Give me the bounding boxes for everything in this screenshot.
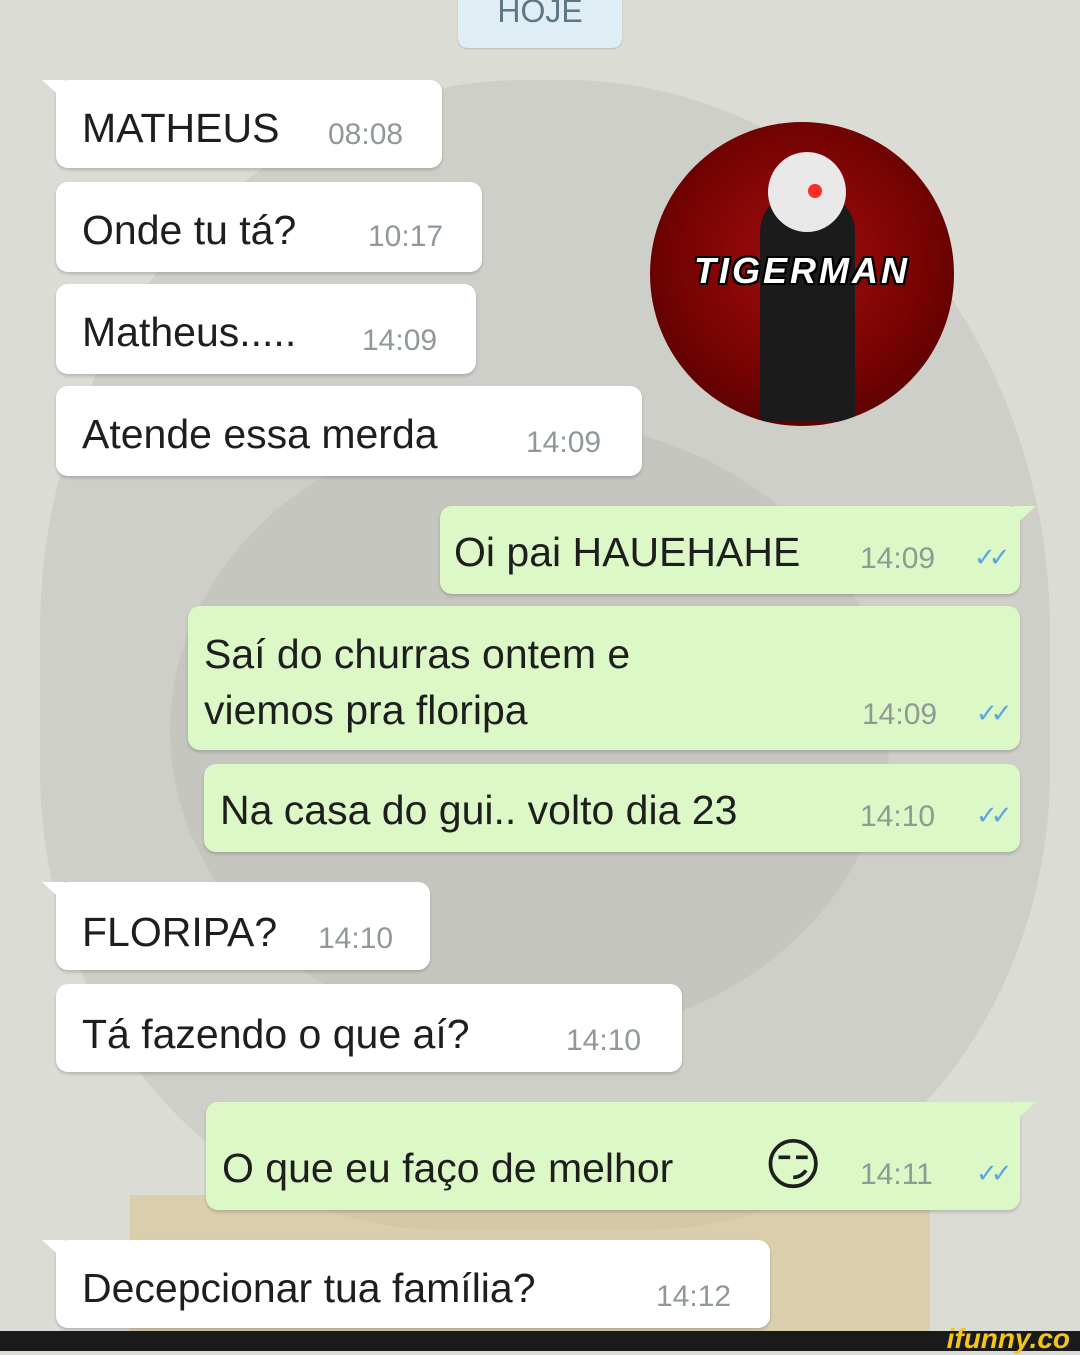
message-incoming[interactable]: Decepcionar tua família? 14:12 [42, 1240, 770, 1328]
message-incoming[interactable]: FLORIPA? 14:10 [42, 882, 430, 970]
message-text: MATHEUS [82, 105, 280, 151]
bubble-tail [42, 1240, 64, 1260]
message-text: Tá fazendo o que aí? [82, 1011, 470, 1057]
message-text: O que eu faço de melhor [222, 1145, 674, 1191]
message-text: Atende essa merda [82, 411, 438, 457]
bubble-tail [42, 882, 64, 902]
bubble-tail [1014, 506, 1036, 526]
message-time: 14:09 [860, 542, 936, 575]
message-time: 14:10 [566, 1024, 642, 1057]
message-text: Onde tu tá? [82, 207, 297, 253]
message-time: 14:10 [860, 800, 936, 833]
read-ticks-icon: ✓✓ [974, 542, 1010, 572]
message-incoming[interactable]: Matheus..... 14:09 [56, 284, 476, 374]
read-ticks-icon: ✓✓ [976, 1158, 1012, 1188]
bubble-tail [42, 80, 64, 100]
read-ticks-icon: ✓✓ [976, 698, 1012, 728]
message-outgoing[interactable]: Na casa do gui.. volto dia 23 14:10 ✓✓ [204, 764, 1020, 852]
message-incoming[interactable]: Tá fazendo o que aí? 14:10 [56, 984, 682, 1072]
message-text: Na casa do gui.. volto dia 23 [220, 787, 738, 833]
date-divider: HOJE [458, 0, 622, 48]
read-ticks-icon: ✓✓ [976, 800, 1012, 830]
logo-text: TIGERMAN [694, 250, 910, 291]
message-outgoing[interactable]: Saí do churras ontem e viemos pra florip… [188, 606, 1020, 750]
message-time: 14:12 [656, 1280, 732, 1313]
message-time: 14:11 [860, 1158, 933, 1191]
bubble-tail [1014, 1102, 1036, 1122]
ifunny-watermark: ifunny.co [946, 1323, 1070, 1354]
message-outgoing[interactable]: Oi pai HAUEHAHE 14:09 ✓✓ [440, 506, 1036, 594]
message-time: 14:09 [362, 324, 438, 357]
message-text: FLORIPA? [82, 909, 278, 955]
message-text: Oi pai HAUEHAHE [454, 529, 801, 575]
logo-character-eye [808, 184, 822, 198]
message-outgoing[interactable]: O que eu faço de melhor 😏 14:11 ✓✓ [206, 1102, 1036, 1210]
message-incoming[interactable]: Onde tu tá? 10:17 [56, 182, 482, 272]
message-text: Matheus..... [82, 309, 297, 355]
logo-character-head [768, 152, 846, 232]
message-incoming[interactable]: MATHEUS 08:08 [42, 80, 442, 168]
message-text-line: Saí do churras ontem e [204, 631, 631, 677]
message-time: 14:10 [318, 922, 394, 955]
message-text-line: viemos pra floripa [204, 687, 528, 733]
message-text: Decepcionar tua família? [82, 1265, 536, 1311]
footer-bar: ifunny.co [0, 1323, 1080, 1354]
message-time: 10:17 [368, 220, 444, 253]
channel-logo: TIGERMAN [650, 122, 954, 426]
message-time: 08:08 [328, 118, 404, 151]
chat-area: HOJE MATHEUS 08:08 Onde tu tá? 10:17 Mat… [0, 0, 1080, 1331]
message-time: 14:09 [862, 698, 938, 731]
message-time: 14:09 [526, 426, 602, 459]
smirk-emoji-icon: 😏 [764, 1133, 823, 1196]
message-incoming[interactable]: Atende essa merda 14:09 [56, 386, 642, 476]
